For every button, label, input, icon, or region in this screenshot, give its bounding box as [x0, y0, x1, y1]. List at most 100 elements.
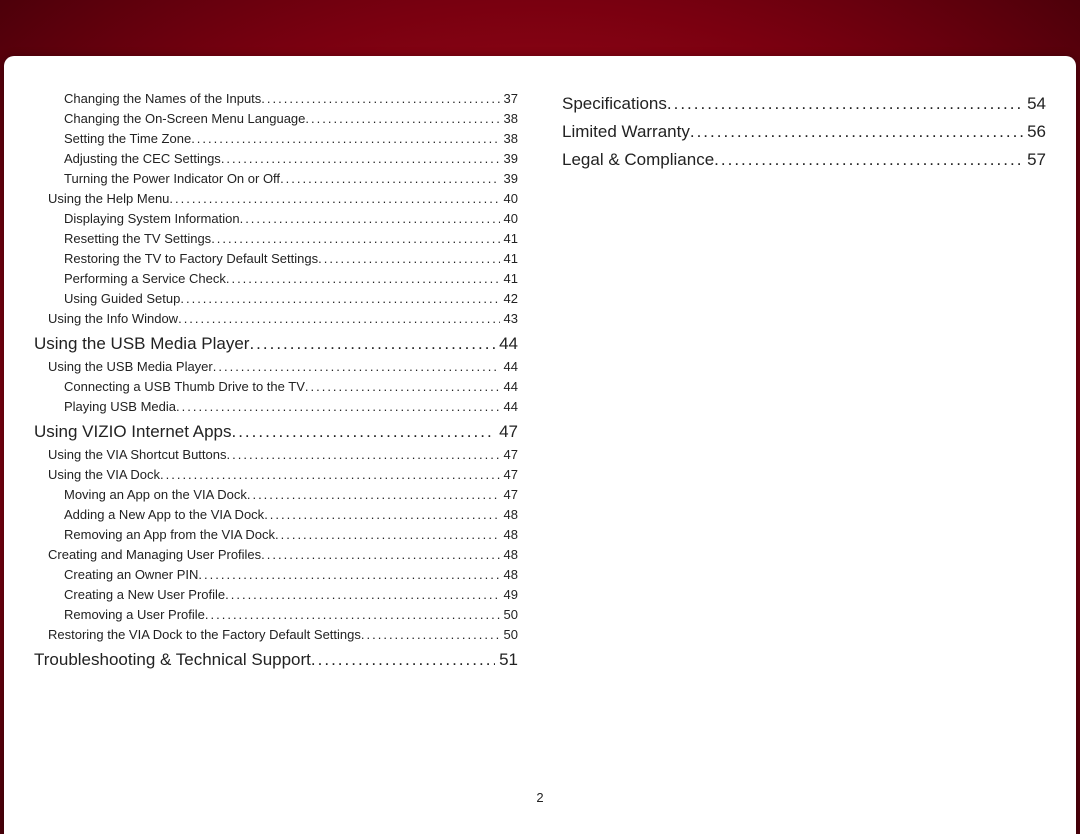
toc-entry[interactable]: Using the VIA Dock47	[48, 467, 518, 482]
toc-entry[interactable]: Using the VIA Shortcut Buttons 47	[48, 447, 518, 462]
toc-entry-page: 40	[500, 191, 518, 206]
toc-leader-dots	[205, 607, 500, 622]
toc-entry-page: 38	[500, 131, 518, 146]
toc-entry[interactable]: Troubleshooting & Technical Support51	[34, 650, 518, 670]
toc-entry-title: Using the Info Window	[48, 311, 178, 326]
toc-entry-title: Displaying System Information	[64, 211, 240, 226]
toc-entry-page: 48	[500, 547, 518, 562]
toc-entry-title: Using the USB Media Player	[48, 359, 213, 374]
toc-leader-dots	[714, 150, 1023, 170]
toc-leader-dots	[305, 111, 499, 126]
toc-leader-dots	[176, 399, 500, 414]
toc-entry-page: 47	[500, 487, 518, 502]
toc-entry-title: Limited Warranty	[562, 122, 690, 142]
toc-entry[interactable]: Creating an Owner PIN 48	[64, 567, 518, 582]
toc-entry-title: Changing the On-Screen Menu Language	[64, 111, 305, 126]
toc-entry-page: 48	[500, 567, 518, 582]
toc-leader-dots	[280, 171, 499, 186]
toc-entry[interactable]: Displaying System Information40	[64, 211, 518, 226]
toc-leader-dots	[225, 587, 499, 602]
toc-entry-page: 47	[495, 422, 518, 442]
toc-leader-dots	[247, 487, 500, 502]
toc-entry-page: 48	[500, 507, 518, 522]
toc-entry[interactable]: Turning the Power Indicator On or Off39	[64, 171, 518, 186]
toc-leader-dots	[180, 291, 499, 306]
toc-entry[interactable]: Using the USB Media Player 44	[48, 359, 518, 374]
toc-entry-title: Changing the Names of the Inputs	[64, 91, 261, 106]
toc-leader-dots	[690, 122, 1023, 142]
toc-entry-title: Removing a User Profile	[64, 607, 205, 622]
toc-entry-page: 44	[500, 379, 518, 394]
toc-leader-dots	[311, 650, 495, 670]
toc-entry[interactable]: Restoring the TV to Factory Default Sett…	[64, 251, 518, 266]
toc-entry[interactable]: Resetting the TV Settings 41	[64, 231, 518, 246]
toc-leader-dots	[160, 467, 500, 482]
toc-columns: Changing the Names of the Inputs37Changi…	[34, 86, 1046, 786]
page-number: 2	[34, 790, 1046, 805]
toc-entry[interactable]: Setting the Time Zone38	[64, 131, 518, 146]
toc-entry-title: Legal & Compliance	[562, 150, 714, 170]
toc-entry-page: 57	[1023, 150, 1046, 170]
toc-entry[interactable]: Creating and Managing User Profiles 48	[48, 547, 518, 562]
toc-entry[interactable]: Limited Warranty 56	[562, 122, 1046, 142]
toc-entry-page: 42	[500, 291, 518, 306]
toc-leader-dots	[264, 507, 499, 522]
toc-column-left: Changing the Names of the Inputs37Changi…	[34, 86, 540, 786]
toc-leader-dots	[240, 211, 500, 226]
toc-entry-title: Playing USB Media	[64, 399, 176, 414]
toc-entry-page: 47	[500, 447, 518, 462]
toc-entry-title: Using the USB Media Player	[34, 334, 249, 354]
toc-entry-title: Removing an App from the VIA Dock	[64, 527, 275, 542]
toc-entry-page: 41	[500, 271, 518, 286]
toc-entry[interactable]: Changing the On-Screen Menu Language 38	[64, 111, 518, 126]
toc-entry-title: Specifications	[562, 94, 667, 114]
toc-leader-dots	[221, 151, 500, 166]
toc-entry-title: Creating a New User Profile	[64, 587, 225, 602]
toc-leader-dots	[318, 251, 499, 266]
toc-entry[interactable]: Adding a New App to the VIA Dock48	[64, 507, 518, 522]
toc-entry-title: Creating and Managing User Profiles	[48, 547, 261, 562]
toc-leader-dots	[667, 94, 1023, 114]
toc-entry-page: 41	[500, 251, 518, 266]
toc-entry[interactable]: Using the Info Window 43	[48, 311, 518, 326]
toc-entry-page: 50	[500, 607, 518, 622]
toc-entry[interactable]: Restoring the VIA Dock to the Factory De…	[48, 627, 518, 642]
toc-entry-page: 43	[500, 311, 518, 326]
toc-leader-dots	[169, 191, 499, 206]
toc-entry[interactable]: Removing a User Profile 50	[64, 607, 518, 622]
toc-leader-dots	[198, 567, 499, 582]
toc-entry-page: 41	[500, 231, 518, 246]
toc-leader-dots	[211, 231, 499, 246]
toc-entry[interactable]: Creating a New User Profile49	[64, 587, 518, 602]
toc-entry[interactable]: Legal & Compliance 57	[562, 150, 1046, 170]
toc-entry-page: 39	[500, 171, 518, 186]
toc-entry[interactable]: Connecting a USB Thumb Drive to the TV44	[64, 379, 518, 394]
toc-entry[interactable]: Removing an App from the VIA Dock48	[64, 527, 518, 542]
toc-entry[interactable]: Using the Help Menu40	[48, 191, 518, 206]
toc-entry[interactable]: Specifications54	[562, 94, 1046, 114]
toc-entry[interactable]: Moving an App on the VIA Dock47	[64, 487, 518, 502]
toc-entry-page: 56	[1023, 122, 1046, 142]
toc-entry-page: 50	[500, 627, 518, 642]
toc-entry-title: Using VIZIO Internet Apps	[34, 422, 231, 442]
toc-entry-title: Restoring the TV to Factory Default Sett…	[64, 251, 318, 266]
toc-entry[interactable]: Performing a Service Check41	[64, 271, 518, 286]
toc-entry-title: Using the VIA Shortcut Buttons	[48, 447, 227, 462]
toc-entry[interactable]: Changing the Names of the Inputs37	[64, 91, 518, 106]
toc-leader-dots	[178, 311, 499, 326]
toc-entry-title: Using Guided Setup	[64, 291, 180, 306]
toc-entry-title: Creating an Owner PIN	[64, 567, 198, 582]
toc-entry-page: 38	[500, 111, 518, 126]
toc-entry-page: 44	[500, 359, 518, 374]
toc-entry-title: Restoring the VIA Dock to the Factory De…	[48, 627, 361, 642]
toc-leader-dots	[226, 271, 500, 286]
toc-leader-dots	[213, 359, 500, 374]
toc-entry[interactable]: Playing USB Media44	[64, 399, 518, 414]
toc-entry[interactable]: Using the USB Media Player44	[34, 334, 518, 354]
toc-entry-title: Resetting the TV Settings	[64, 231, 211, 246]
toc-entry[interactable]: Using Guided Setup 42	[64, 291, 518, 306]
toc-entry-page: 51	[495, 650, 518, 670]
toc-entry[interactable]: Adjusting the CEC Settings39	[64, 151, 518, 166]
toc-entry[interactable]: Using VIZIO Internet Apps 47	[34, 422, 518, 442]
toc-leader-dots	[261, 547, 499, 562]
